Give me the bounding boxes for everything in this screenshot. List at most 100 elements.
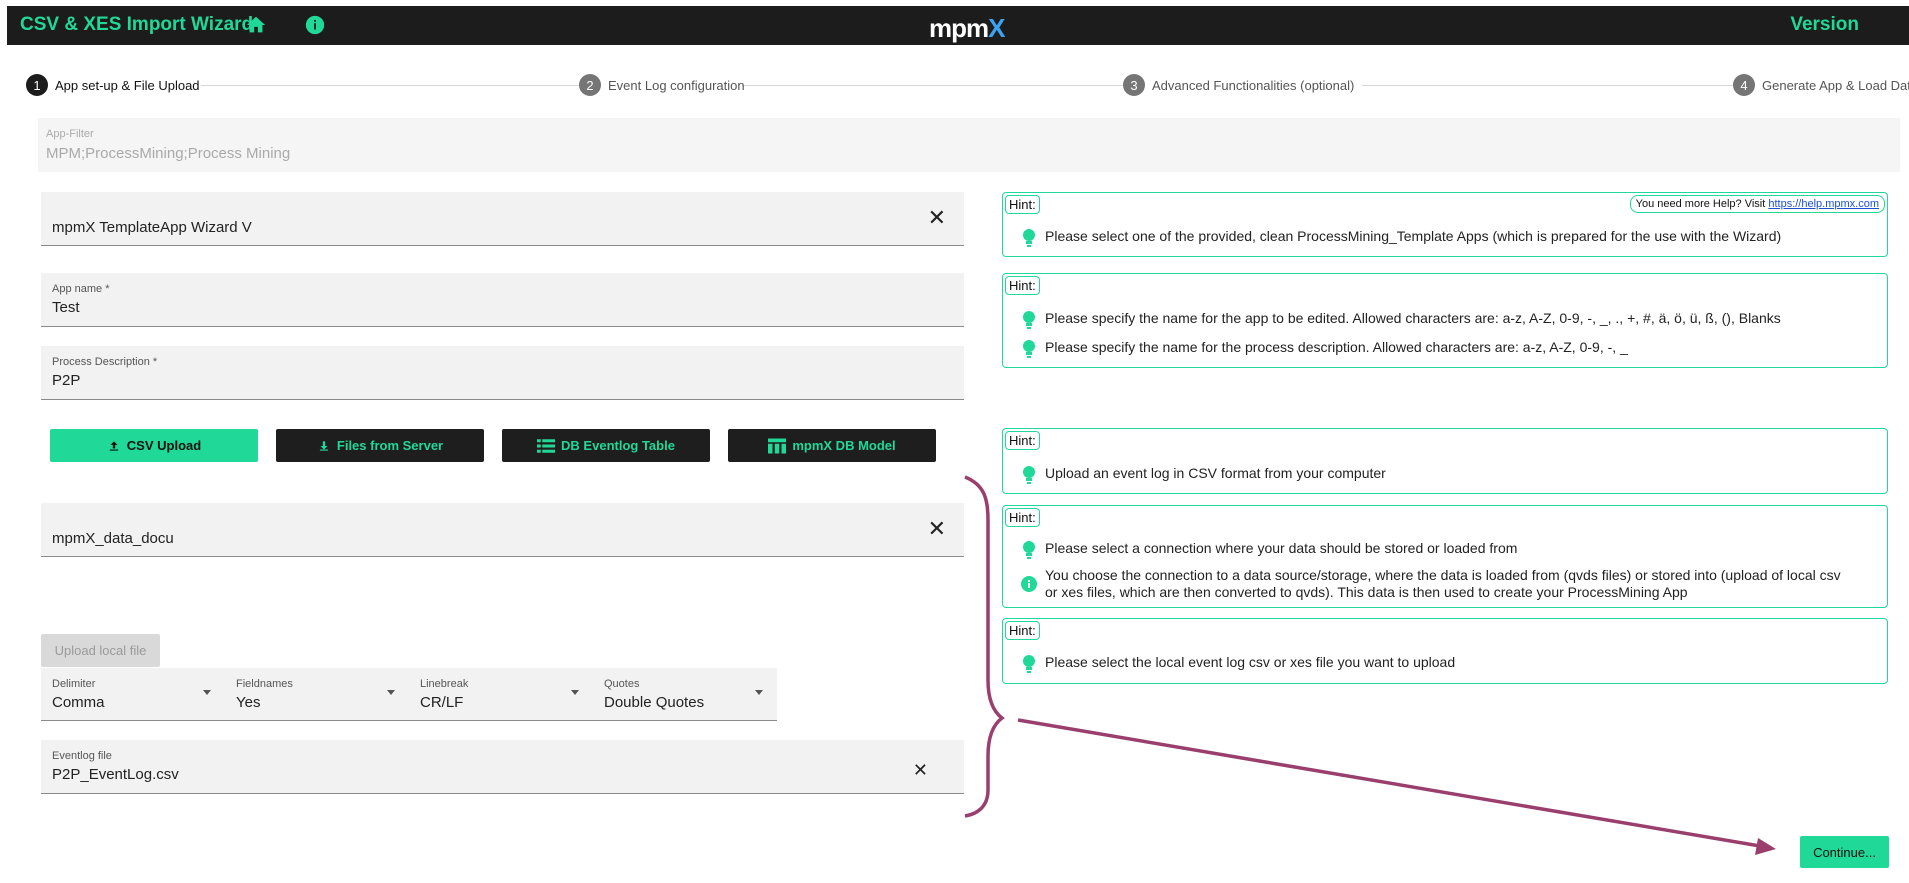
hint-line: Please select one of the provided, clean…: [1021, 228, 1781, 248]
hint-line: You choose the connection to a data sour…: [1021, 567, 1841, 601]
app-title: CSV & XES Import Wizard: [20, 14, 254, 35]
info-icon: [1021, 576, 1037, 592]
delimiter-select[interactable]: Delimiter Comma: [41, 668, 225, 721]
version-label[interactable]: Version: [1790, 14, 1859, 36]
hint-text: or xes files, which are then converted t…: [1045, 584, 1688, 600]
step-4[interactable]: 4 Generate App & Load Data: [1733, 74, 1909, 96]
db-eventlog-table-button[interactable]: DB Eventlog Table: [502, 429, 710, 462]
home-icon[interactable]: [245, 14, 267, 36]
hint-text: You choose the connection to a data sour…: [1045, 567, 1841, 583]
button-label: DB Eventlog Table: [561, 438, 675, 453]
hint-text: Upload an event log in CSV format from y…: [1045, 465, 1386, 481]
hint-text: Please select the local event log csv or…: [1045, 654, 1456, 670]
field-label: Fieldnames: [236, 678, 293, 690]
mpmx-logo: mpmX: [929, 13, 1005, 44]
hint-line: Please select a connection where your da…: [1021, 540, 1517, 560]
app-name-field[interactable]: App name * Test: [41, 273, 964, 327]
fieldnames-select[interactable]: Fieldnames Yes: [225, 668, 409, 721]
top-bar: CSV & XES Import Wizard mpmX Version: [7, 6, 1909, 45]
chevron-down-icon: [203, 690, 211, 695]
hint-upload: Hint: Upload an event log in CSV format …: [1002, 428, 1888, 494]
template-app-value: mpmX TemplateApp Wizard V: [52, 219, 252, 236]
upload-local-file-button[interactable]: Upload local file: [41, 634, 160, 667]
hint-text: Please specify the name for the app to b…: [1045, 310, 1781, 326]
download-icon: [319, 440, 328, 451]
help-box: You need more Help? Visit https://help.m…: [1629, 195, 1885, 213]
wizard-page: CSV & XES Import Wizard mpmX Version 1 A…: [0, 0, 1909, 883]
lightbulb-icon: [1023, 340, 1035, 358]
step-2[interactable]: 2 Event Log configuration: [579, 74, 745, 96]
lightbulb-icon: [1023, 311, 1035, 329]
bracket-annotation: [964, 475, 1005, 818]
files-from-server-button[interactable]: Files from Server: [276, 429, 484, 462]
hint-line: Please select the local event log csv or…: [1021, 654, 1455, 674]
hint-tag: Hint:: [1005, 508, 1040, 527]
csv-upload-button[interactable]: CSV Upload: [50, 429, 258, 462]
arrow-annotation: [1017, 718, 1761, 848]
info-icon[interactable]: [304, 14, 326, 36]
field-label: Quotes: [604, 678, 640, 690]
hint-tag: Hint:: [1005, 276, 1040, 295]
process-description-field[interactable]: Process Description * P2P: [41, 346, 964, 400]
hint-tag: Hint:: [1005, 431, 1040, 450]
app-filter-field: App-Filter MPM;ProcessMining;Process Min…: [38, 118, 1900, 172]
step-number: 1: [26, 74, 48, 96]
delimiter-value: Comma: [52, 694, 105, 711]
clear-icon[interactable]: ✕: [928, 207, 946, 229]
quotes-select[interactable]: Quotes Double Quotes: [593, 668, 777, 721]
hint-local-file: Hint: Please select the local event log …: [1002, 618, 1888, 684]
step-label: Event Log configuration: [608, 77, 745, 93]
field-label: App-Filter: [46, 128, 94, 140]
connection-select[interactable]: mpmX_data_docu ✕: [41, 503, 964, 557]
step-number: 4: [1733, 74, 1755, 96]
template-app-select[interactable]: mpmX TemplateApp Wizard V ✕: [41, 192, 964, 246]
field-label: Delimiter: [52, 678, 96, 690]
step-connector: [742, 85, 1128, 86]
logo-text: mpm: [929, 13, 989, 43]
field-label: Process Description *: [52, 356, 158, 368]
step-connector: [1362, 85, 1746, 86]
lightbulb-icon: [1023, 655, 1035, 673]
step-label: Generate App & Load Data: [1762, 77, 1909, 93]
step-1[interactable]: 1 App set-up & File Upload: [26, 74, 200, 96]
lightbulb-icon: [1023, 229, 1035, 247]
chevron-down-icon: [571, 690, 579, 695]
chevron-down-icon: [387, 690, 395, 695]
button-label: mpmX DB Model: [792, 438, 896, 453]
hint-tag: Hint:: [1005, 621, 1040, 640]
process-description-value: P2P: [52, 372, 81, 389]
field-label: Linebreak: [420, 678, 469, 690]
app-filter-value: MPM;ProcessMining;Process Mining: [46, 145, 291, 162]
step-label: App set-up & File Upload: [55, 77, 200, 93]
app-name-value: Test: [52, 299, 80, 316]
clear-icon[interactable]: ✕: [928, 518, 946, 540]
step-3[interactable]: 3 Advanced Functionalities (optional): [1123, 74, 1354, 96]
hint-line: Upload an event log in CSV format from y…: [1021, 465, 1386, 485]
clear-icon[interactable]: ✕: [913, 760, 928, 780]
hint-tag: Hint:: [1005, 195, 1040, 214]
csv-options-row: Delimiter Comma Fieldnames Yes Linebreak…: [41, 668, 777, 721]
step-number: 2: [579, 74, 601, 96]
table-list-icon: [537, 438, 556, 453]
fieldnames-value: Yes: [236, 694, 261, 711]
step-connector: [201, 85, 584, 86]
quotes-value: Double Quotes: [604, 694, 705, 711]
chevron-down-icon: [755, 690, 763, 695]
upload-icon: [109, 440, 118, 451]
hint-text: Please select one of the provided, clean…: [1045, 228, 1782, 244]
hint-line: Please specify the name for the process …: [1021, 339, 1628, 359]
hint-connection: Hint: Please select a connection where y…: [1002, 505, 1888, 608]
eventlog-file-value: P2P_EventLog.csv: [52, 766, 179, 783]
help-link[interactable]: https://help.mpmx.com: [1768, 198, 1879, 210]
button-label: Files from Server: [336, 438, 444, 453]
eventlog-file-field[interactable]: Eventlog file P2P_EventLog.csv ✕: [41, 740, 964, 794]
columns-icon: [768, 438, 787, 453]
linebreak-select[interactable]: Linebreak CR/LF: [409, 668, 593, 721]
hint-text: Please specify the name for the process …: [1045, 339, 1628, 355]
continue-button[interactable]: Continue...: [1800, 836, 1889, 868]
mpmx-db-model-button[interactable]: mpmX DB Model: [728, 429, 936, 462]
arrow-head: [1755, 838, 1776, 855]
lightbulb-icon: [1023, 466, 1035, 484]
logo-x: X: [988, 13, 1005, 43]
step-number: 3: [1123, 74, 1145, 96]
